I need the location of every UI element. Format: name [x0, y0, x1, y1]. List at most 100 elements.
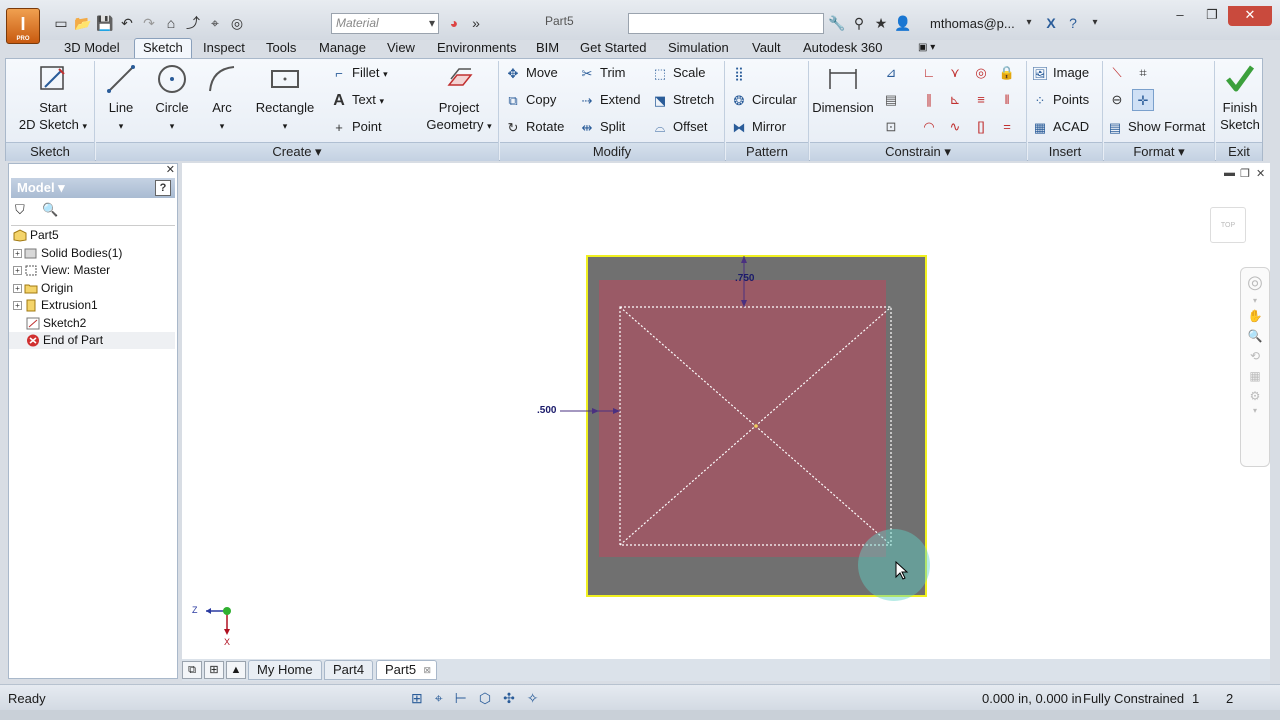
- acad-button[interactable]: ▦ ACAD: [1031, 116, 1089, 138]
- settings-icon[interactable]: ⚙: [1241, 386, 1269, 406]
- close-icon[interactable]: ⊠: [424, 661, 432, 679]
- tab-get-started[interactable]: Get Started: [580, 39, 646, 58]
- expand-icon[interactable]: +: [13, 301, 22, 311]
- tile-icon[interactable]: ⊞: [204, 661, 224, 679]
- return-icon[interactable]: ⤴: [182, 13, 204, 33]
- circle-button[interactable]: Circle ▾: [152, 63, 192, 135]
- steering-wheel-icon[interactable]: ◎: [1241, 268, 1269, 296]
- select-icon[interactable]: ⌖: [204, 13, 226, 33]
- expand-icon[interactable]: +: [13, 249, 22, 259]
- extend-button[interactable]: ⇢ Extend: [578, 89, 641, 111]
- constraint-display-icon[interactable]: ✣: [503, 690, 527, 706]
- color-wheel-icon[interactable]: ◕: [443, 13, 465, 33]
- tab-view[interactable]: View: [387, 39, 415, 58]
- dimension-tool-icon[interactable]: ⊢: [455, 690, 479, 706]
- panel-label-insert[interactable]: Insert: [1028, 142, 1102, 161]
- panel-label-pattern[interactable]: Pattern: [726, 142, 808, 161]
- user-name[interactable]: mthomas@p...: [930, 16, 1015, 31]
- cascade-icon[interactable]: ⧉: [182, 661, 202, 679]
- tree-item[interactable]: Sketch2: [9, 315, 175, 332]
- undo-icon[interactable]: ↶: [116, 13, 138, 33]
- cube-icon[interactable]: ⬡: [479, 690, 503, 706]
- doc-tab-part5[interactable]: Part5 ⊠: [376, 660, 438, 680]
- doc-tab-my-home[interactable]: My Home: [248, 660, 322, 680]
- center-point[interactable]: [754, 424, 758, 428]
- show-constraints-icon[interactable]: ▤: [880, 89, 902, 111]
- doc-tab-part4[interactable]: Part4: [324, 660, 374, 680]
- more-icon[interactable]: »: [465, 13, 487, 33]
- orbit-icon[interactable]: ⟲: [1241, 346, 1269, 366]
- new-icon[interactable]: ▭: [50, 13, 72, 33]
- ribbon-options-icon[interactable]: ▣ ▾: [918, 39, 935, 58]
- sketch-profile[interactable]: [599, 280, 886, 557]
- panel-label-create[interactable]: Create ▾: [96, 142, 498, 161]
- material-dropdown[interactable]: Material: [331, 13, 439, 34]
- center-point-icon[interactable]: ✛: [1132, 89, 1154, 111]
- tab-environments[interactable]: Environments: [437, 39, 516, 58]
- help-dropdown-icon[interactable]: ▾: [1084, 13, 1106, 33]
- star-icon[interactable]: ★: [870, 13, 892, 33]
- point-button[interactable]: + Point: [330, 116, 381, 138]
- user-icon[interactable]: 👤: [892, 13, 914, 33]
- symmetric-icon[interactable]: []: [970, 116, 992, 138]
- tree-item[interactable]: End of Part: [9, 332, 175, 349]
- tab-vault[interactable]: Vault: [752, 39, 781, 58]
- tab-sketch[interactable]: Sketch: [134, 38, 192, 59]
- fix-icon[interactable]: 🔒: [996, 62, 1018, 84]
- fillet-button[interactable]: ⌐ Fillet ▾: [330, 62, 387, 84]
- relax-mode-icon[interactable]: ⊡: [880, 116, 902, 138]
- project-geometry-button[interactable]: Project Geometry ▾: [422, 63, 496, 135]
- minimize-button[interactable]: –: [1163, 6, 1197, 26]
- collinear-icon[interactable]: ⋎: [944, 62, 966, 84]
- text-button[interactable]: A Text ▾: [330, 89, 384, 111]
- split-button[interactable]: ⇹ Split: [578, 116, 626, 138]
- find-icon[interactable]: 🔍: [42, 202, 58, 217]
- tab-bim[interactable]: BIM: [536, 39, 559, 58]
- tangent-icon[interactable]: ◠: [918, 116, 940, 138]
- tree-item[interactable]: Part5: [9, 227, 175, 244]
- smooth-icon[interactable]: ∿: [944, 116, 966, 138]
- tab-tools[interactable]: Tools: [266, 39, 296, 58]
- stretch-button[interactable]: ⬔ Stretch: [651, 89, 714, 111]
- tab-manage[interactable]: Manage: [319, 39, 366, 58]
- driven-dimension-icon[interactable]: ⌗: [1132, 62, 1154, 84]
- filter-icon[interactable]: ⛉: [15, 202, 25, 217]
- close-button[interactable]: ✕: [1228, 6, 1272, 26]
- tab-3d-model[interactable]: 3D Model: [64, 39, 120, 58]
- coincident-icon[interactable]: ∟: [918, 62, 940, 84]
- zoom-icon[interactable]: 🔍: [1241, 326, 1269, 346]
- construction-icon[interactable]: ⟍: [1106, 62, 1128, 84]
- graphics-window[interactable]: ▬ ❐ ✕ .750 .500 Z X TOP ◎ ▾ ✋ 🔍 ⟲ ▦ ⚙ ▾: [182, 163, 1270, 659]
- tree-item[interactable]: + Extrusion1: [9, 297, 175, 314]
- tab-inspect[interactable]: Inspect: [203, 39, 245, 58]
- dimension-button[interactable]: Dimension: [810, 63, 876, 116]
- home-icon[interactable]: ⌂: [160, 13, 182, 33]
- panel-label-constrain[interactable]: Constrain ▾: [810, 142, 1026, 161]
- wrench-icon[interactable]: 🔧: [826, 13, 848, 33]
- panel-label-sketch[interactable]: Sketch: [6, 142, 94, 161]
- copy-button[interactable]: ⧉ Copy: [504, 89, 556, 111]
- parallel-icon[interactable]: ∥: [918, 89, 940, 111]
- panel-label-modify[interactable]: Modify: [500, 142, 724, 161]
- auto-dimension-icon[interactable]: ⊿: [880, 62, 902, 84]
- grid-icon[interactable]: ⊞: [411, 690, 435, 706]
- vertical-icon[interactable]: ‖: [996, 89, 1018, 111]
- start-2d-sketch-button[interactable]: Start 2D Sketch ▾: [18, 63, 88, 135]
- rotate-button[interactable]: ↻ Rotate: [504, 116, 565, 138]
- perpendicular-icon[interactable]: ⊾: [944, 89, 966, 111]
- horizontal-dimension-value[interactable]: .500: [537, 405, 556, 416]
- tab-autodesk-360[interactable]: Autodesk 360: [803, 39, 883, 58]
- mirror-button[interactable]: ⧓ Mirror: [730, 116, 786, 138]
- help-icon[interactable]: ?: [1062, 13, 1084, 33]
- rectangular-pattern-button[interactable]: ⣿: [730, 62, 752, 84]
- image-button[interactable]: 🖼 Image: [1031, 62, 1089, 84]
- save-icon[interactable]: 💾: [94, 13, 116, 33]
- open-icon[interactable]: 📂: [72, 13, 94, 33]
- pan-icon[interactable]: ✋: [1241, 306, 1269, 326]
- equal-icon[interactable]: =: [996, 116, 1018, 138]
- move-button[interactable]: ✥ Move: [504, 62, 558, 84]
- finish-sketch-button[interactable]: Finish Sketch: [1216, 63, 1264, 133]
- expand-icon[interactable]: +: [13, 284, 22, 294]
- sketch-canvas[interactable]: [182, 163, 1270, 659]
- horizontal-icon[interactable]: ≡: [970, 89, 992, 111]
